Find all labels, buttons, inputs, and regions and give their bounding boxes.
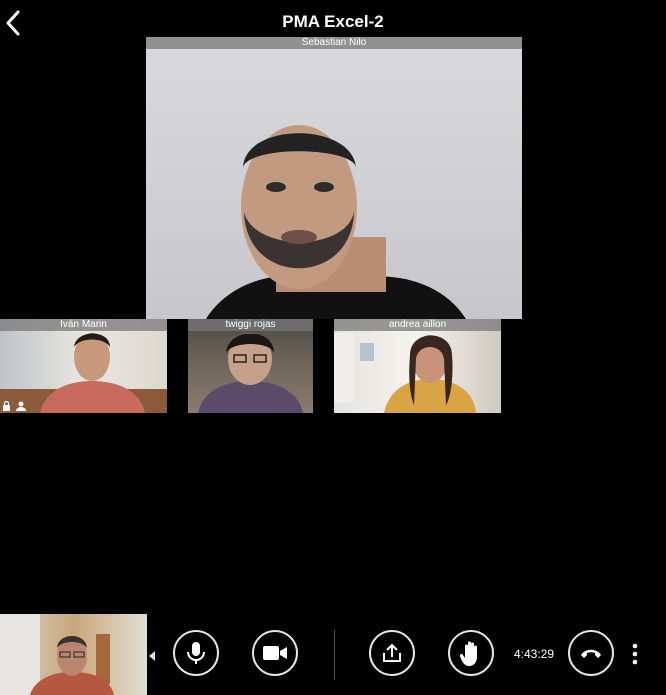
participant-name: twiggi rojas (188, 319, 313, 331)
participant-tile[interactable]: andrea aillon (334, 319, 501, 413)
raise-hand-icon (459, 641, 477, 666)
participant-video (0, 333, 167, 413)
participant-tile[interactable]: twiggi rojas (188, 319, 313, 413)
raise-hand-button[interactable] (448, 630, 494, 676)
call-timer: 4:43:29 (513, 647, 555, 661)
main-speaker-name: Sebastian Nilo (146, 37, 522, 49)
phone-hangup-icon (581, 649, 601, 658)
more-options-button[interactable] (627, 641, 643, 667)
participant-name: andrea aillon (334, 319, 501, 331)
microphone-button[interactable] (173, 630, 219, 676)
participant-name: Iván Marin (0, 319, 167, 331)
main-speaker-video (206, 125, 466, 319)
page-title: PMA Excel-2 (282, 12, 384, 31)
call-controls (0, 630, 666, 680)
controls-divider (334, 630, 335, 680)
main-video-tile[interactable]: Sebastian Nilo (146, 37, 522, 319)
hang-up-button[interactable] (568, 630, 614, 676)
participant-video (334, 333, 476, 413)
share-screen-icon (383, 643, 401, 662)
camera-button[interactable] (252, 630, 298, 676)
microphone-icon (187, 642, 205, 664)
participant-video (198, 333, 303, 413)
share-screen-button[interactable] (369, 630, 415, 676)
lock-icon (3, 401, 10, 411)
participant-tile[interactable]: Iván Marin (0, 319, 167, 413)
video-camera-icon (263, 646, 287, 660)
person-icon (16, 401, 26, 411)
more-vertical-icon (632, 643, 638, 665)
